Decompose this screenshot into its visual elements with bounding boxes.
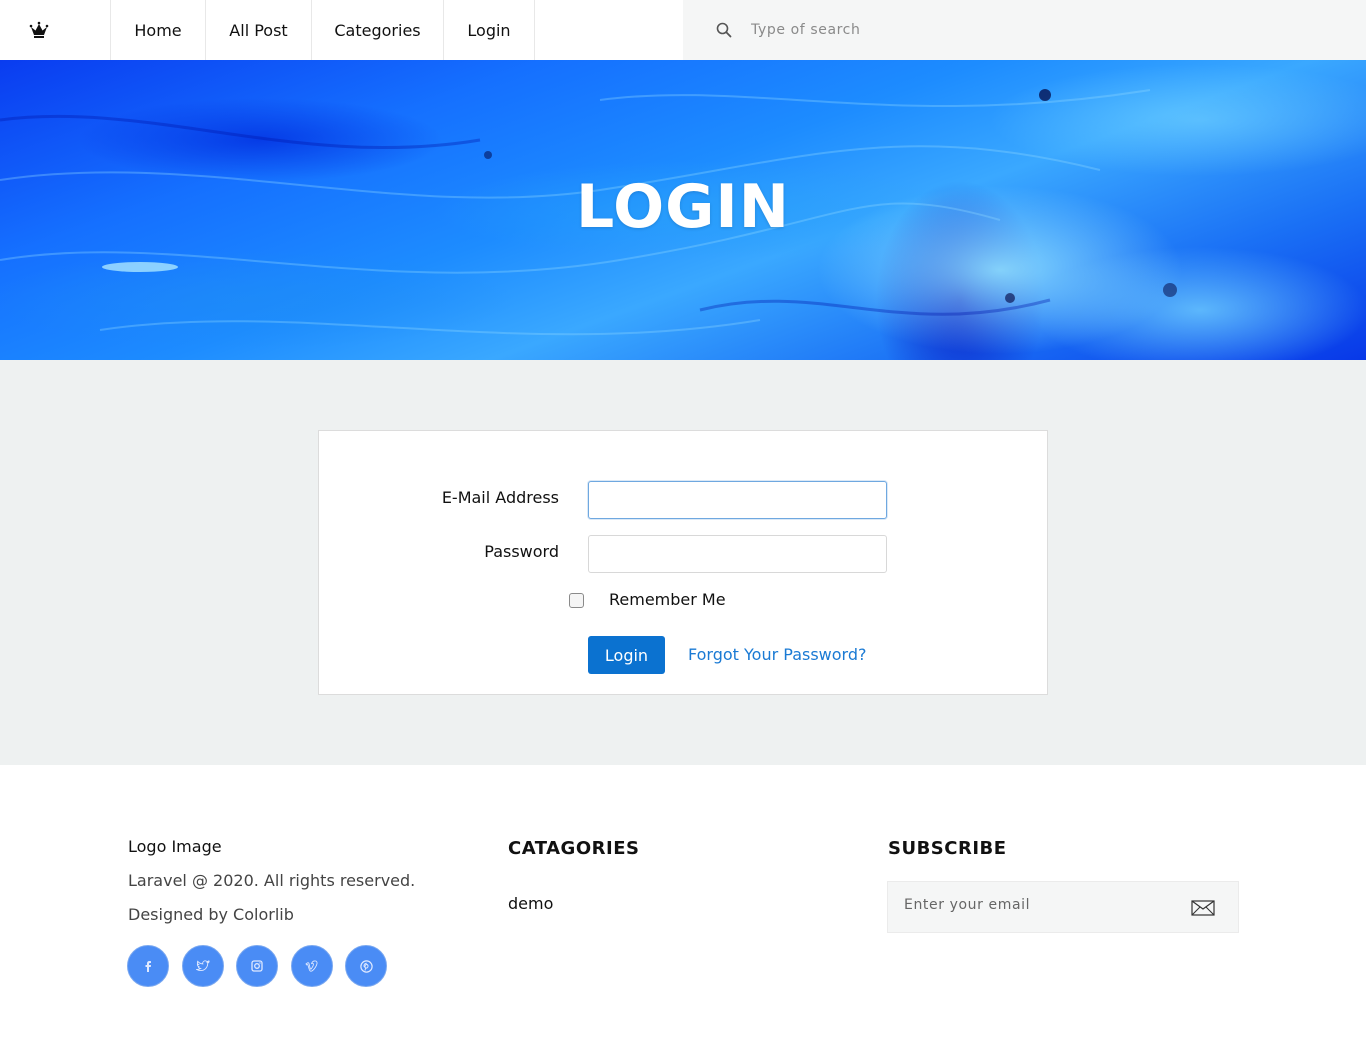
footer-logo-text: Logo Image xyxy=(128,837,222,856)
page-title: LOGIN xyxy=(576,172,790,242)
footer: Logo Image Laravel @ 2020. All rights re… xyxy=(0,765,1366,1056)
remember-me-label[interactable]: Remember Me xyxy=(609,590,726,609)
vimeo-icon[interactable] xyxy=(290,945,333,987)
site-logo[interactable] xyxy=(0,0,111,60)
nav-all-post[interactable]: All Post xyxy=(206,0,312,60)
search-icon[interactable] xyxy=(715,21,733,39)
top-navigation: Home All Post Categories Login xyxy=(0,0,1366,60)
search-input[interactable] xyxy=(751,22,1151,38)
copyright-text: Laravel @ 2020. All rights reserved. xyxy=(128,871,416,890)
password-label: Password xyxy=(484,542,559,561)
category-link-demo[interactable]: demo xyxy=(508,894,553,913)
login-form: E-Mail Address Password Remember Me Logi… xyxy=(318,430,1048,695)
subscribe-heading: SUBSCRIBE xyxy=(888,838,1007,859)
email-label: E-Mail Address xyxy=(441,488,559,507)
envelope-icon xyxy=(1191,900,1215,916)
remember-me-checkbox[interactable] xyxy=(569,593,584,608)
twitter-icon[interactable] xyxy=(181,945,224,987)
main-content: E-Mail Address Password Remember Me Logi… xyxy=(0,360,1366,765)
pinterest-icon[interactable] xyxy=(345,945,387,987)
subscribe-button[interactable] xyxy=(1190,900,1216,918)
designed-by-text: Designed by Colorlib xyxy=(128,905,294,924)
search-bar xyxy=(683,0,1366,60)
instagram-icon[interactable] xyxy=(236,945,278,987)
nav-home[interactable]: Home xyxy=(111,0,206,60)
hero-banner: LOGIN xyxy=(0,60,1366,360)
crown-icon xyxy=(29,21,49,38)
login-button[interactable]: Login xyxy=(588,636,665,674)
forgot-password-link[interactable]: Forgot Your Password? xyxy=(688,645,867,664)
nav-categories[interactable]: Categories xyxy=(312,0,444,60)
password-field[interactable] xyxy=(588,535,887,573)
nav-login[interactable]: Login xyxy=(444,0,535,60)
social-links xyxy=(127,945,400,987)
facebook-icon[interactable] xyxy=(127,945,169,987)
subscribe-email-input[interactable] xyxy=(904,897,1174,913)
subscribe-form xyxy=(887,881,1239,933)
categories-heading: CATAGORIES xyxy=(508,838,640,859)
email-field[interactable] xyxy=(588,481,887,519)
